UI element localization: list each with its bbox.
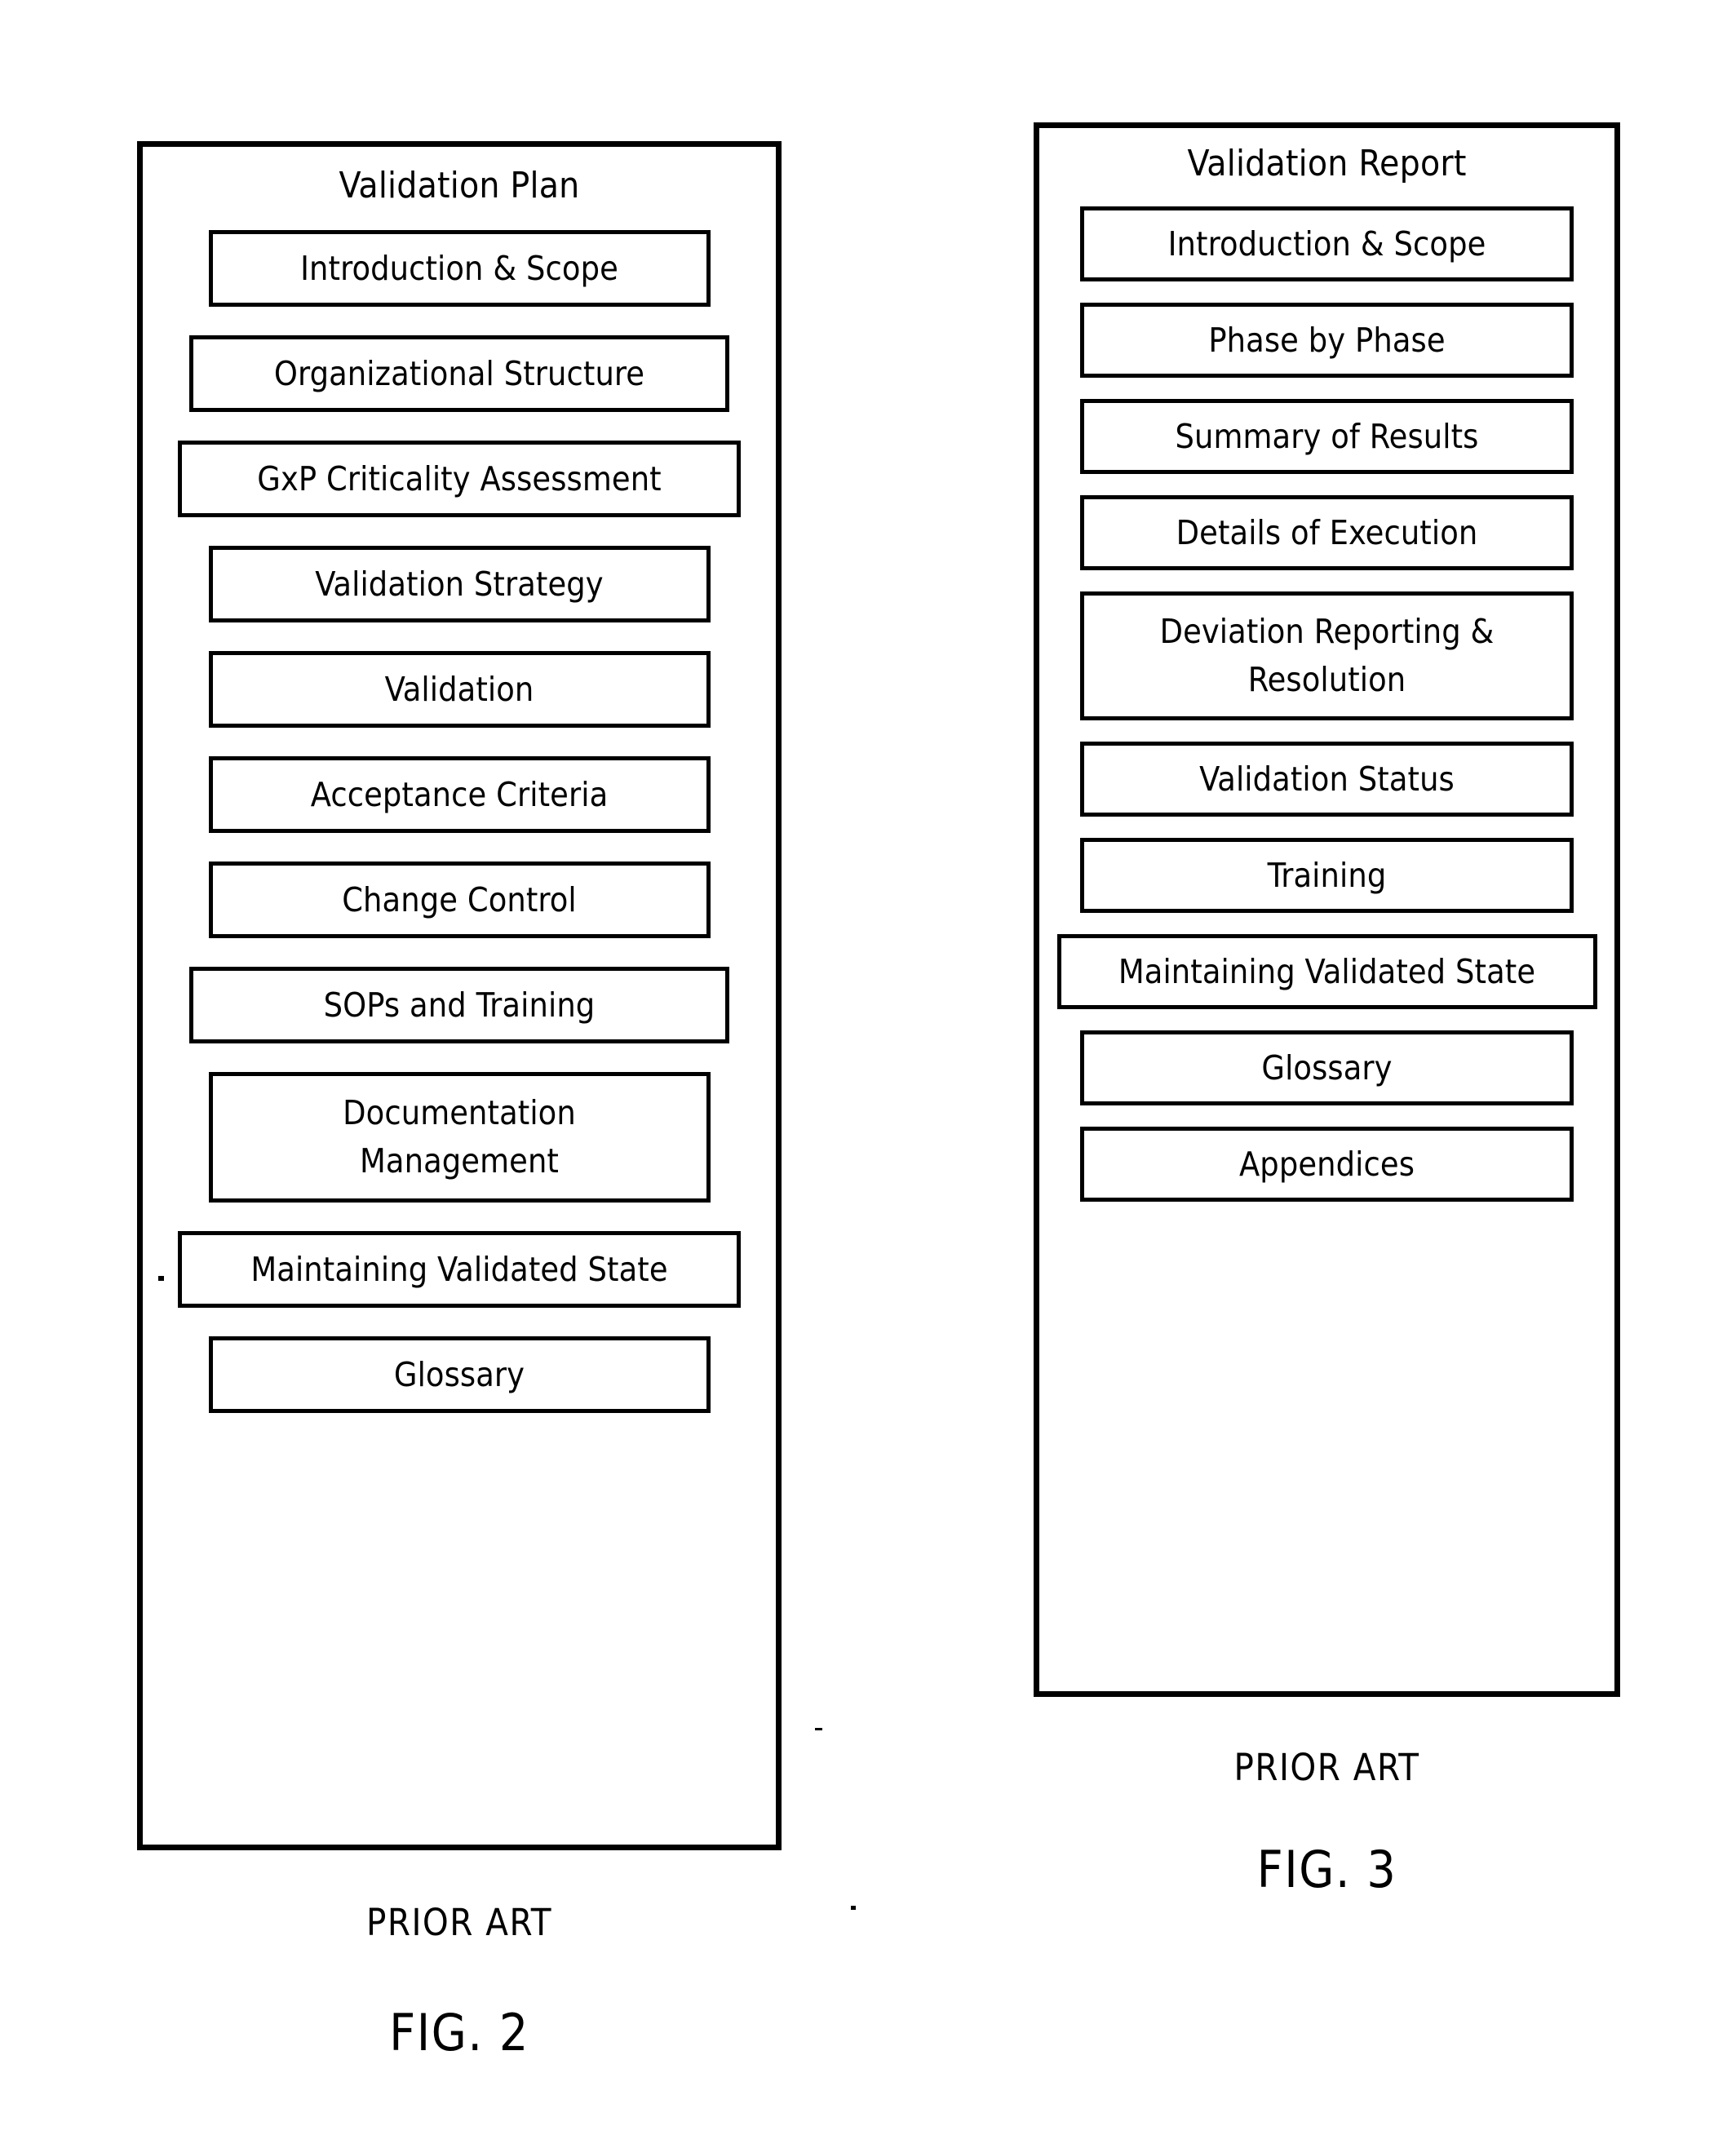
section-box-label: Training — [1268, 852, 1387, 900]
section-box-label-line: Deviation Reporting & — [1159, 611, 1495, 651]
section-box-label: Maintaining Validated State — [1118, 948, 1535, 996]
section-box-label: Validation Status — [1199, 755, 1455, 804]
section-box: Maintaining Validated State — [178, 1231, 741, 1309]
figure-3-number-label: FIG. 3 — [1256, 1840, 1397, 1899]
section-box: Organizational Structure — [189, 335, 729, 413]
section-box: Training — [1080, 838, 1574, 914]
figure-2-caption: PRIOR ART FIG. 2 — [137, 1901, 782, 2062]
section-box-label: Glossary — [1261, 1044, 1392, 1092]
section-box-label: Documentation Management — [343, 1089, 576, 1186]
section-box: Introduction & Scope — [1080, 206, 1574, 282]
section-box-label-line: Appendices — [1238, 1144, 1415, 1184]
section-box-label-line: Introduction & Scope — [1167, 224, 1486, 264]
section-box: Appendices — [1080, 1127, 1574, 1203]
scan-speckle-artifact — [851, 1906, 856, 1910]
section-box-label: SOPs and Training — [324, 981, 596, 1030]
section-box-label-line: Phase by Phase — [1208, 320, 1446, 360]
section-box: SOPs and Training — [189, 967, 729, 1044]
section-box-label-line: GxP Criticality Assessment — [257, 458, 662, 498]
section-box-label-line: Introduction & Scope — [300, 248, 618, 288]
section-box: Details of Execution — [1080, 495, 1574, 571]
section-box-label: Deviation Reporting & Resolution — [1160, 608, 1495, 705]
validation-plan-panel: Validation Plan Introduction & Scope Orga… — [137, 141, 782, 1850]
section-box-label: Change Control — [342, 876, 577, 924]
figure-3-prior-art-label: PRIOR ART — [1233, 1746, 1420, 1789]
section-box: Glossary — [208, 1336, 711, 1414]
validation-plan-title: Validation Plan — [339, 165, 580, 206]
section-box-label-line: Maintaining Validated State — [250, 1249, 668, 1289]
validation-report-section-list: Introduction & Scope Phase by Phase Summar… — [1039, 206, 1614, 1203]
validation-report-title: Validation Report — [1187, 143, 1467, 184]
scan-speckle-artifact — [815, 1728, 822, 1730]
section-box-label-line: Management — [359, 1141, 559, 1181]
section-box-label: Glossary — [394, 1351, 525, 1399]
section-box: Introduction & Scope — [208, 230, 711, 308]
figure-2-number-label: FIG. 2 — [389, 2003, 529, 2062]
section-box: Glossary — [1080, 1030, 1574, 1106]
section-box: Maintaining Validated State — [1056, 934, 1597, 1010]
section-box-label-line: SOPs and Training — [323, 985, 596, 1025]
section-box-label: Validation — [385, 666, 534, 714]
section-box-label: Appendices — [1239, 1141, 1415, 1189]
section-box-label-line: Glossary — [393, 1354, 525, 1394]
section-box-label-line: Glossary — [1261, 1048, 1393, 1087]
section-box: Change Control — [208, 862, 711, 939]
section-box-label: Acceptance Criteria — [311, 771, 609, 819]
section-box-label-line: Organizational Structure — [273, 353, 645, 393]
section-box-label: Maintaining Validated State — [250, 1246, 667, 1294]
section-box-label-line: Summary of Results — [1175, 416, 1479, 456]
validation-report-panel: Validation Report Introduction & Scope Ph… — [1034, 122, 1620, 1697]
section-box-label-line: Validation Strategy — [315, 564, 604, 604]
section-box-label-line: Resolution — [1247, 660, 1406, 700]
section-box-label: Organizational Structure — [274, 350, 644, 398]
section-box: Acceptance Criteria — [208, 756, 711, 834]
section-box-label-line: Validation — [384, 669, 534, 709]
validation-plan-section-list: Introduction & Scope Organizational Struc… — [143, 230, 776, 1414]
section-box-label: Introduction & Scope — [1168, 220, 1486, 268]
section-box: Documentation Management — [208, 1072, 711, 1203]
section-box-label-line: Maintaining Validated State — [1118, 951, 1536, 991]
section-box-label-line: Validation Status — [1199, 759, 1455, 799]
section-box: Phase by Phase — [1080, 303, 1574, 379]
figure-3: Validation Report Introduction & Scope Ph… — [1034, 122, 1620, 1899]
section-box-label-line: Change Control — [342, 879, 577, 919]
section-box-label: Phase by Phase — [1208, 317, 1445, 365]
section-box-label-line: Acceptance Criteria — [310, 774, 609, 814]
scan-speckle-artifact — [158, 1276, 164, 1281]
section-box: Summary of Results — [1080, 399, 1574, 475]
section-box-label: Validation Strategy — [315, 560, 603, 609]
figure-2-prior-art-label: PRIOR ART — [365, 1901, 553, 1944]
section-box-label: Details of Execution — [1176, 509, 1478, 557]
section-box-label: GxP Criticality Assessment — [257, 455, 661, 503]
figure-2: Validation Plan Introduction & Scope Orga… — [137, 141, 782, 2062]
figure-3-caption: PRIOR ART FIG. 3 — [1034, 1746, 1620, 1899]
section-box-label-line: Training — [1267, 855, 1387, 895]
section-box-label-line: Details of Execution — [1176, 512, 1478, 552]
section-box: Validation Strategy — [208, 546, 711, 623]
section-box: Validation Status — [1080, 742, 1574, 817]
section-box-label: Introduction & Scope — [300, 245, 618, 293]
section-box-label: Summary of Results — [1175, 413, 1478, 461]
section-box-label-line: Documentation — [343, 1092, 576, 1132]
section-box: Validation — [208, 651, 711, 729]
section-box: Deviation Reporting & Resolution — [1080, 591, 1574, 721]
section-box: GxP Criticality Assessment — [178, 441, 741, 518]
